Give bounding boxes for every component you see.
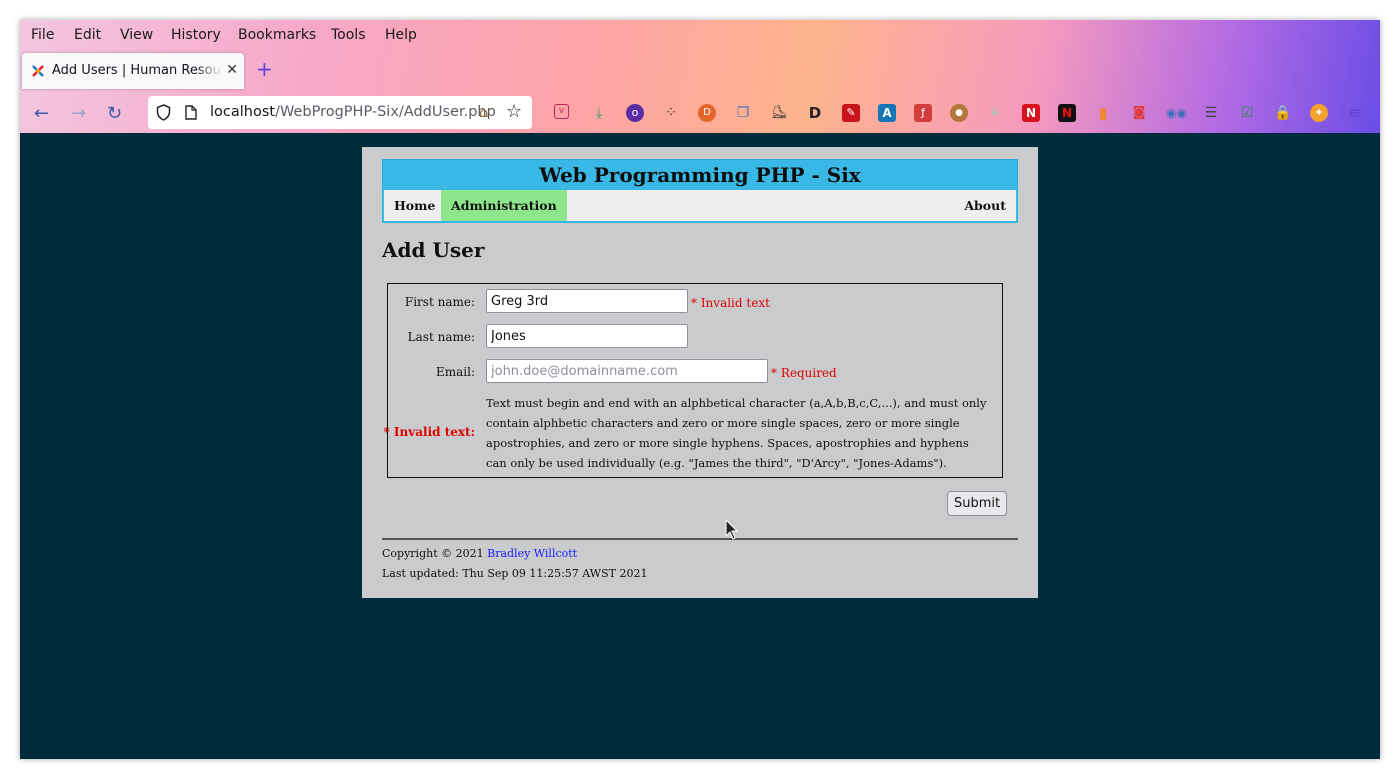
browser-window: File Edit View History Bookmarks Tools H…: [20, 20, 1380, 759]
browser-tab[interactable]: Add Users | Human Resources ✕: [22, 53, 244, 89]
page-title: Add User: [382, 238, 485, 262]
invalid-text-help: Text must begin and end with an alphbeti…: [486, 396, 987, 470]
eyes-icon[interactable]: ◉◉: [1166, 104, 1187, 122]
camera-icon[interactable]: ◙: [1130, 104, 1148, 122]
home-icon[interactable]: ⌂: [479, 103, 489, 121]
add-user-form: First name: * Invalid text Last name: Em…: [383, 283, 1003, 478]
pdf-icon[interactable]: ƒ: [914, 104, 932, 122]
footer-copyright: Copyright © 2021 Bradley Willcott: [382, 547, 577, 560]
first-name-input[interactable]: [486, 289, 688, 313]
translate-a-icon[interactable]: A: [878, 104, 896, 122]
author-link[interactable]: Bradley Willcott: [487, 547, 577, 560]
last-name-label: Last name:: [407, 330, 475, 344]
menu-file[interactable]: File: [31, 27, 54, 43]
leaf-icon[interactable]: ❦: [986, 104, 1004, 122]
url-text[interactable]: localhost/WebProgPHP-Six/AddUser.php: [210, 104, 496, 120]
mouse-cursor-icon: [725, 519, 739, 540]
email-error: * Required: [771, 366, 837, 380]
duckduckgo-icon[interactable]: D: [698, 104, 716, 122]
email-label: Email:: [435, 365, 475, 379]
cookie-icon[interactable]: ●: [950, 104, 968, 122]
netflix-icon[interactable]: N: [1022, 104, 1040, 122]
tab-favicon-icon: [32, 65, 44, 77]
reload-icon[interactable]: ↻: [107, 103, 122, 124]
first-name-error: * Invalid text: [691, 296, 770, 310]
firebug-icon[interactable]: ✦: [1310, 104, 1328, 122]
menu-bar: File Edit View History Bookmarks Tools H…: [20, 20, 1380, 50]
tabs-icon[interactable]: ❐: [734, 104, 752, 122]
url-path: /WebProgPHP-Six/AddUser.php: [275, 104, 496, 120]
site-nav: Home Administration About: [382, 190, 1018, 223]
privacy-badger-icon[interactable]: o: [626, 104, 644, 122]
dots-icon[interactable]: ⁘: [662, 104, 680, 122]
invalid-text-label: * Invalid text:: [383, 425, 475, 439]
pocket-icon[interactable]: v: [554, 104, 569, 119]
footer-divider: [382, 538, 1018, 540]
download-icon[interactable]: ⤓: [590, 104, 608, 122]
menu-history[interactable]: History: [171, 27, 221, 43]
page-info-icon[interactable]: [185, 105, 197, 120]
shield-icon[interactable]: [156, 104, 171, 121]
site-title: Web Programming PHP - Six: [539, 163, 861, 187]
menu-bookmarks[interactable]: Bookmarks: [238, 27, 316, 43]
submit-button[interactable]: Submit: [947, 491, 1008, 516]
copyright-text: Copyright © 2021: [382, 547, 484, 560]
nav-about[interactable]: About: [954, 190, 1016, 221]
url-host: localhost: [210, 104, 276, 120]
last-name-input[interactable]: [486, 324, 688, 348]
hamburger-menu-icon[interactable]: ≡: [1346, 104, 1364, 122]
shoe-icon[interactable]: ⛸: [770, 104, 788, 122]
page-content: Web Programming PHP - Six Home Administr…: [362, 147, 1038, 598]
close-tab-icon[interactable]: ✕: [226, 62, 238, 78]
disqus-icon[interactable]: D: [806, 104, 824, 122]
menu-view[interactable]: View: [120, 27, 153, 43]
address-bar[interactable]: localhost/WebProgPHP-Six/AddUser.php ⌂ ☆: [148, 96, 532, 129]
email-input[interactable]: [486, 359, 768, 383]
new-tab-icon[interactable]: +: [256, 59, 273, 79]
back-arrow-icon[interactable]: ←: [34, 103, 49, 124]
nav-home[interactable]: Home: [384, 190, 445, 221]
ruler-icon[interactable]: ✎: [842, 104, 860, 122]
first-name-label: First name:: [404, 295, 475, 309]
nav-administration[interactable]: Administration: [441, 190, 567, 221]
browser-chrome: File Edit View History Bookmarks Tools H…: [20, 20, 1380, 133]
lock-icon[interactable]: 🔒: [1274, 104, 1292, 122]
site-header: Web Programming PHP - Six: [382, 159, 1018, 191]
forward-arrow-icon[interactable]: →: [71, 103, 86, 124]
server-icon[interactable]: ☰: [1202, 104, 1220, 122]
netflix-alt-icon[interactable]: N: [1058, 104, 1076, 122]
menu-tools[interactable]: Tools: [331, 27, 366, 43]
bookmark-star-icon[interactable]: ☆: [506, 101, 522, 122]
navigation-toolbar: ← → ↻ localhost/WebProgPHP-Six/AddUser.p…: [20, 93, 1380, 133]
menu-help[interactable]: Help: [385, 27, 417, 43]
trash-icon[interactable]: ▮: [1094, 104, 1112, 122]
menu-edit[interactable]: Edit: [74, 27, 101, 43]
footer-last-updated: Last updated: Thu Sep 09 11:25:57 AWST 2…: [382, 567, 648, 580]
tab-title: Add Users | Human Resources: [52, 63, 222, 78]
bookmark-check-icon[interactable]: ☑: [1238, 104, 1256, 122]
